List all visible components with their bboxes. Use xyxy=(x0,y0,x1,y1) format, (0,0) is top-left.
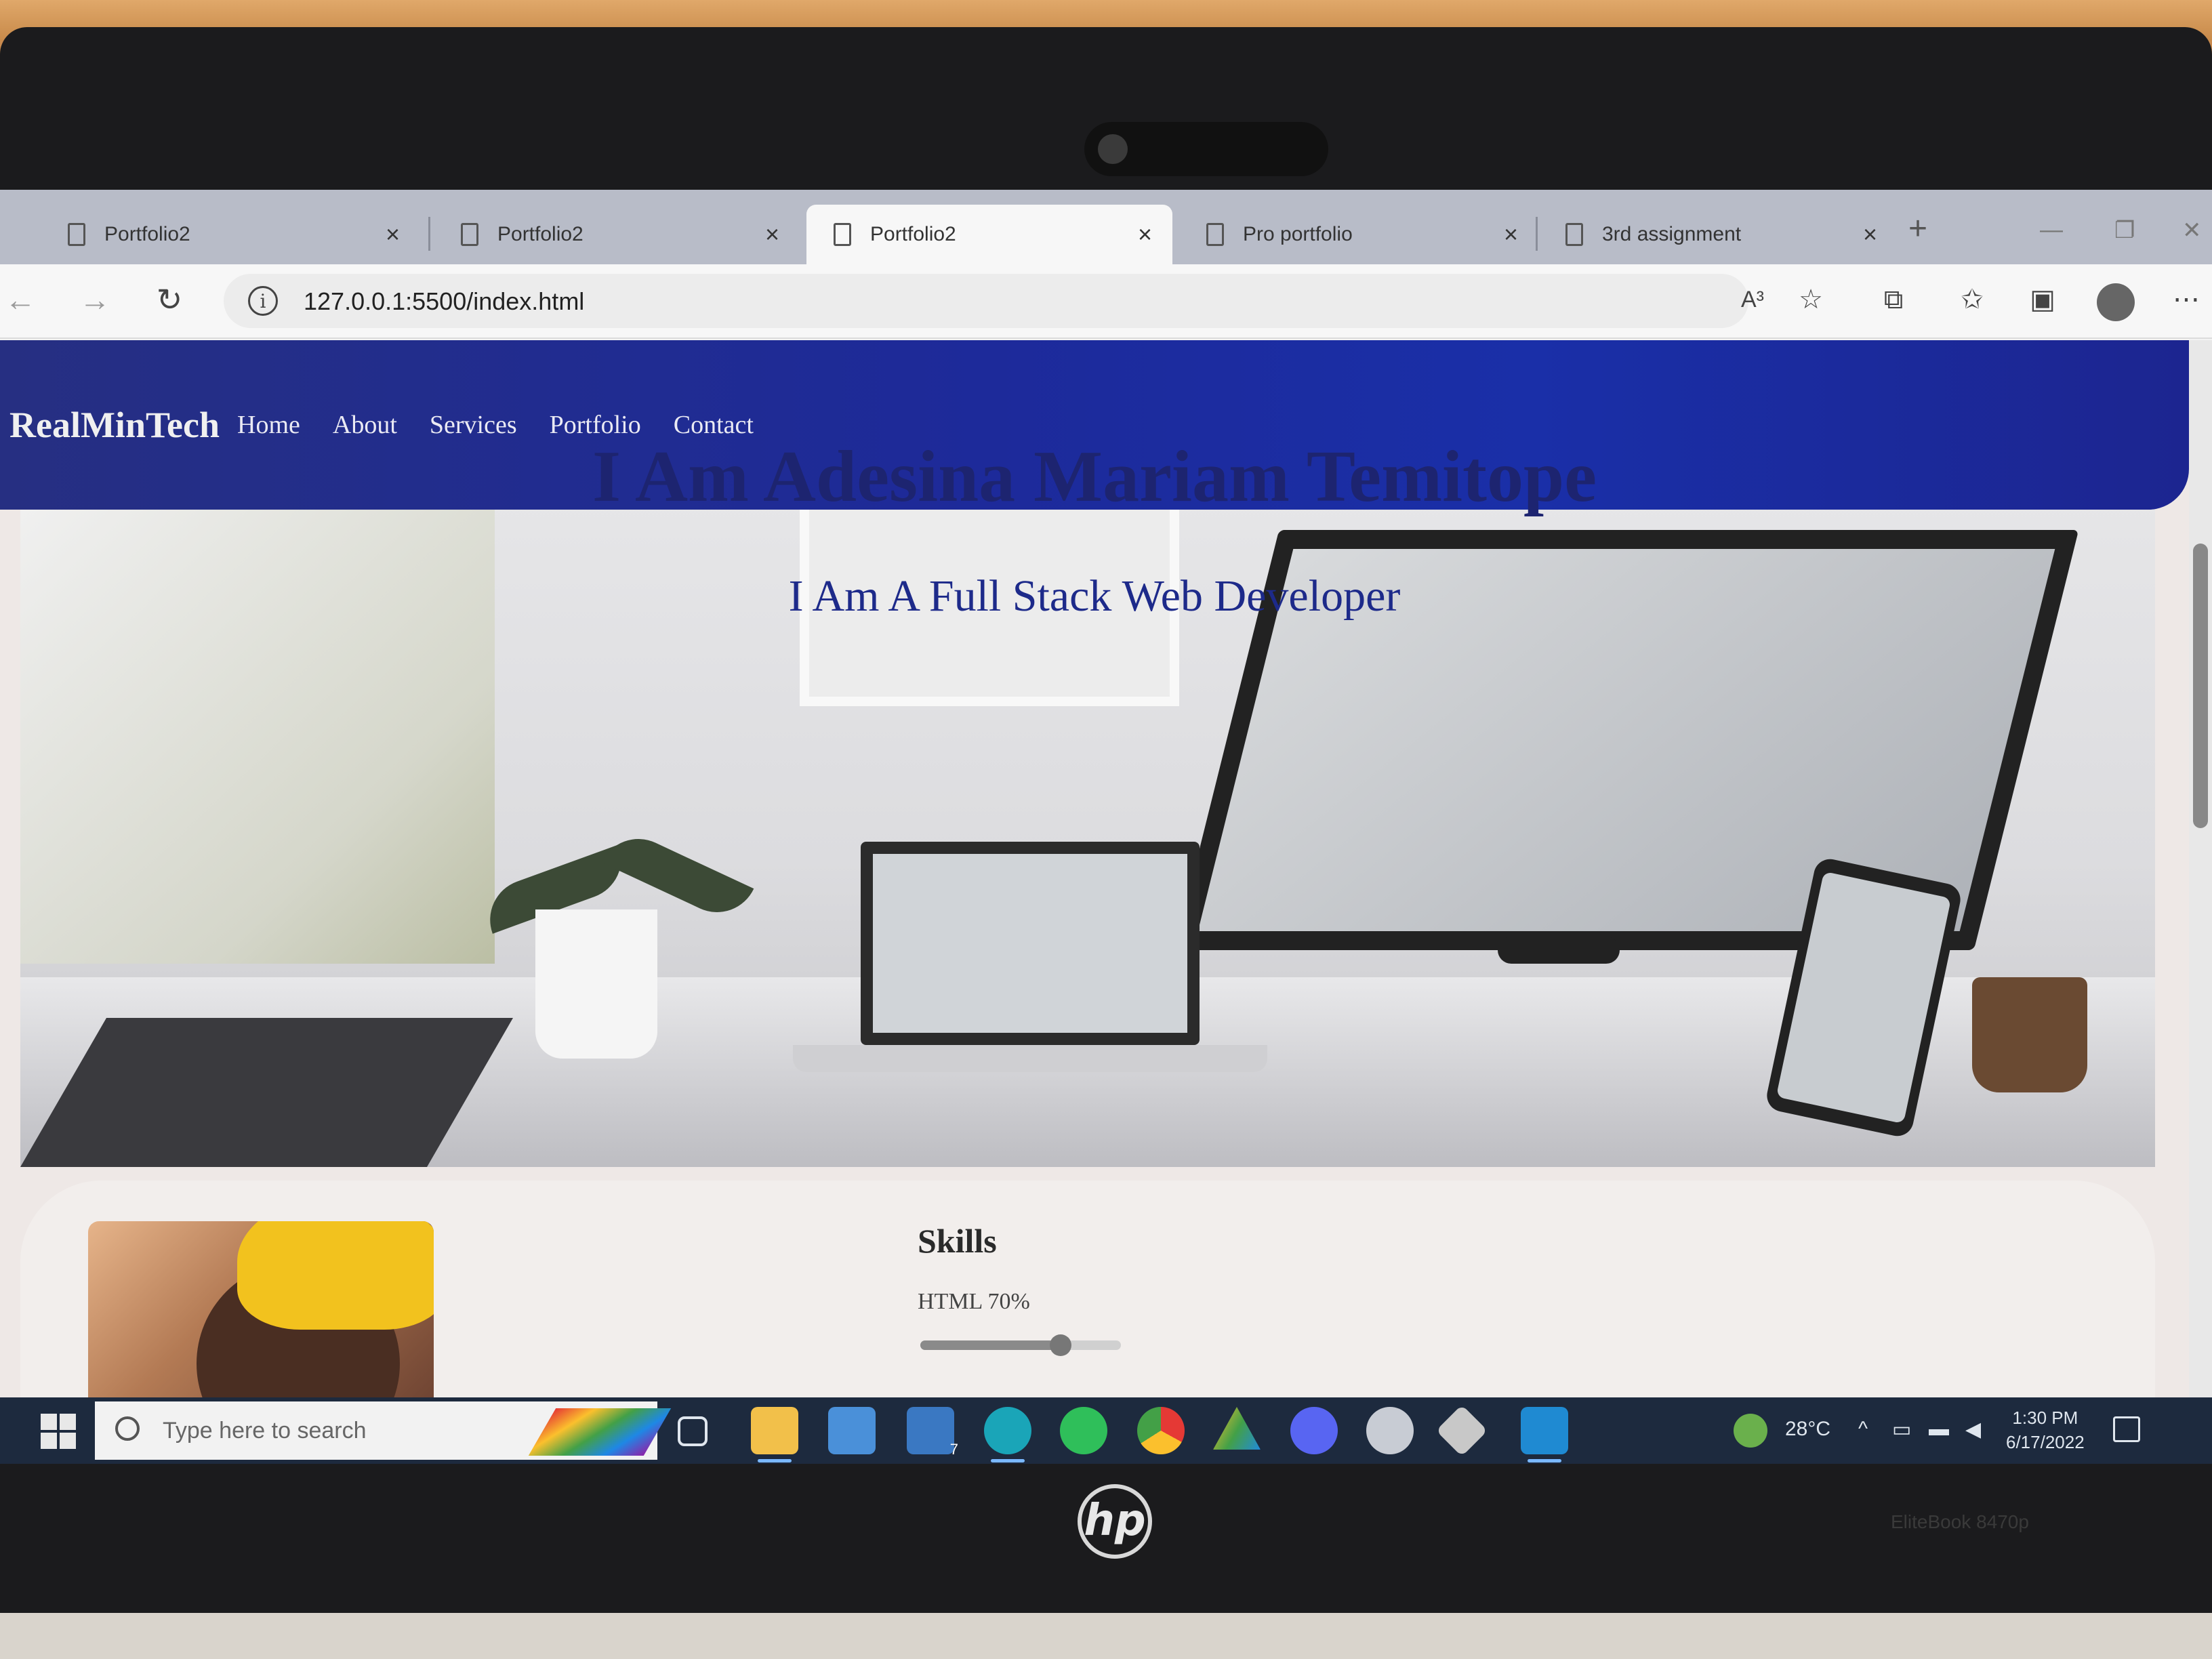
back-arrow-icon[interactable]: ← xyxy=(0,279,41,320)
tab-2-active[interactable]: Portfolio2 × xyxy=(806,205,1172,264)
hero-laptop xyxy=(861,842,1200,1045)
document-icon xyxy=(834,223,851,246)
network-icon[interactable]: ▭ xyxy=(1892,1418,1911,1441)
weather-icon[interactable] xyxy=(1734,1414,1767,1448)
page-viewport: RealMinTech Home About Services Portfoli… xyxy=(0,340,2189,1397)
desk-surface xyxy=(0,1613,2212,1659)
skills-title: Skills xyxy=(918,1222,997,1260)
tab-label: Portfolio2 xyxy=(870,223,956,245)
weather-app-icon[interactable] xyxy=(1366,1407,1414,1454)
tab-separator xyxy=(1536,217,1538,251)
document-icon xyxy=(68,223,85,246)
plant-pot xyxy=(535,909,657,1059)
close-tab-icon[interactable]: × xyxy=(1504,220,1518,249)
tab-label: Portfolio2 xyxy=(104,223,190,245)
tab-strip: Portfolio2 × Portfolio2 × Portfolio2 × P… xyxy=(0,190,2212,264)
profile-headwrap xyxy=(237,1221,434,1330)
skill-slider-fill xyxy=(920,1340,1061,1350)
tab-1[interactable]: Portfolio2 × xyxy=(434,205,800,264)
close-tab-icon[interactable]: × xyxy=(386,220,400,249)
git-icon[interactable] xyxy=(1435,1404,1488,1457)
taskbar-clock[interactable]: 1:30 PM 6/17/2022 xyxy=(2006,1406,2085,1454)
discord-icon[interactable] xyxy=(1290,1407,1338,1454)
skill-slider-thumb[interactable] xyxy=(1050,1334,1072,1356)
tab-label: Portfolio2 xyxy=(497,223,583,245)
search-highlight-art xyxy=(528,1408,672,1456)
site-info-icon[interactable]: i xyxy=(248,286,278,316)
document-icon xyxy=(461,223,478,246)
microsoft-store-icon[interactable] xyxy=(828,1407,876,1454)
close-tab-icon[interactable]: × xyxy=(1863,220,1877,249)
tab-4[interactable]: 3rd assignment × xyxy=(1538,205,1898,264)
profile-avatar-icon[interactable] xyxy=(2097,283,2135,321)
more-menu-icon[interactable]: ⋯ xyxy=(2166,279,2207,320)
tab-3[interactable]: Pro portfolio × xyxy=(1179,205,1538,264)
hero-laptop-base xyxy=(793,1045,1267,1072)
google-drive-icon[interactable] xyxy=(1213,1407,1261,1450)
mail-icon[interactable]: 7 xyxy=(907,1407,958,1458)
webcam-lens xyxy=(1098,134,1128,164)
hero-desk-shadow xyxy=(20,1018,514,1167)
windows-start-icon[interactable] xyxy=(41,1414,76,1449)
tab-label: Pro portfolio xyxy=(1243,223,1353,245)
skill-slider-html[interactable] xyxy=(920,1334,1121,1356)
hero-title: I Am Adesina Mariam Temitope xyxy=(592,436,1597,517)
taskbar-search-box[interactable]: Type here to search xyxy=(95,1401,672,1460)
tab-0[interactable]: Portfolio2 × xyxy=(41,205,420,264)
document-icon xyxy=(1206,223,1224,246)
model-label: EliteBook 8470p xyxy=(1891,1511,2029,1532)
browser-toolbar: ← → ↻ i 127.0.0.1:5500/index.html A³ ☆ ⧉… xyxy=(0,264,2212,339)
address-bar[interactable]: i 127.0.0.1:5500/index.html xyxy=(224,274,1748,328)
screen: Portfolio2 × Portfolio2 × Portfolio2 × P… xyxy=(0,190,2212,1464)
clock-date: 6/17/2022 xyxy=(2006,1432,2085,1452)
task-view-icon[interactable] xyxy=(678,1416,708,1446)
document-icon xyxy=(1565,223,1583,246)
tab-label: 3rd assignment xyxy=(1602,223,1742,245)
page-scrollbar[interactable] xyxy=(2189,340,2212,1397)
forward-arrow-icon[interactable]: → xyxy=(75,279,115,320)
vscode-icon[interactable] xyxy=(1521,1407,1568,1462)
notification-icon[interactable] xyxy=(2113,1416,2140,1442)
window-close-icon[interactable]: ✕ xyxy=(2182,217,2202,244)
edge-icon[interactable] xyxy=(984,1407,1031,1462)
restore-icon[interactable]: ❐ xyxy=(2114,217,2135,244)
search-placeholder: Type here to search xyxy=(163,1418,367,1443)
hp-logo: hp xyxy=(1078,1484,1152,1559)
new-tab-button[interactable]: + xyxy=(1908,210,1927,247)
collections-icon[interactable]: ▣ xyxy=(2022,279,2063,320)
search-icon xyxy=(115,1416,140,1441)
favorites-icon[interactable]: ✩ xyxy=(1952,279,1992,320)
clock-time: 1:30 PM xyxy=(2012,1408,2078,1428)
close-tab-icon[interactable]: × xyxy=(1138,220,1152,249)
hero-mug xyxy=(1972,977,2087,1092)
temperature[interactable]: 28°C xyxy=(1785,1418,1830,1441)
monitor-stand xyxy=(1498,937,1620,964)
show-hidden-icons-icon[interactable]: ^ xyxy=(1858,1418,1868,1441)
windows-taskbar: Type here to search 7 28°C ^ ▭ ▬ ◀ 1:30 … xyxy=(0,1397,2212,1464)
file-explorer-icon[interactable] xyxy=(751,1407,798,1462)
scrollbar-thumb[interactable] xyxy=(2193,544,2208,828)
skill-label-html: HTML 70% xyxy=(918,1289,1030,1314)
add-favorite-icon[interactable]: ☆ xyxy=(1790,279,1831,320)
battery-icon[interactable]: ▬ xyxy=(1929,1418,1949,1441)
volume-icon[interactable]: ◀ xyxy=(1965,1418,1981,1441)
webcam xyxy=(1084,122,1328,176)
tab-separator xyxy=(428,217,430,251)
hero-laptop-screen xyxy=(873,854,1187,1033)
whatsapp-icon[interactable] xyxy=(1060,1407,1107,1454)
hero-window-backdrop xyxy=(20,489,495,964)
profile-photo xyxy=(88,1221,434,1397)
chrome-icon[interactable] xyxy=(1137,1407,1185,1454)
close-tab-icon[interactable]: × xyxy=(765,220,779,249)
mail-badge: 7 xyxy=(949,1441,958,1458)
url-text: 127.0.0.1:5500/index.html xyxy=(304,287,585,315)
hero-subtitle: I Am A Full Stack Web Developer xyxy=(788,571,1401,621)
minimize-icon[interactable]: — xyxy=(2040,217,2063,243)
read-aloud-icon[interactable]: A³ xyxy=(1732,279,1773,320)
refresh-icon[interactable]: ↻ xyxy=(149,279,190,320)
extensions-icon[interactable]: ⧉ xyxy=(1873,279,1914,320)
